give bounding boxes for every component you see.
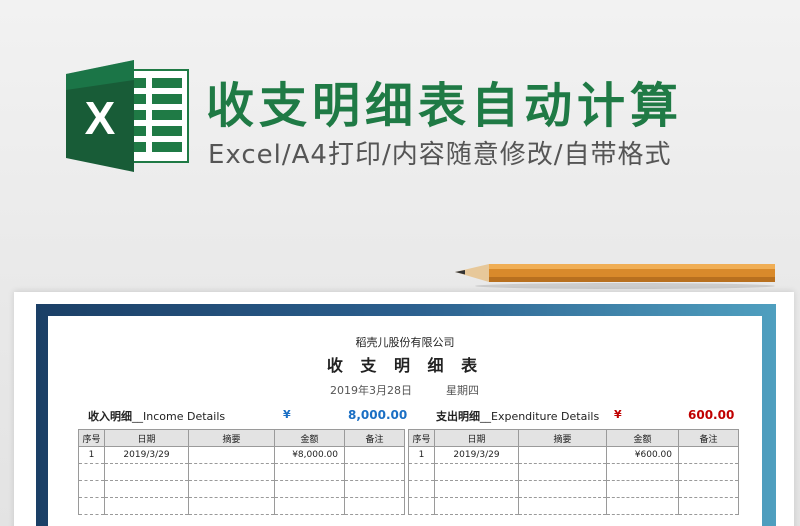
- table-cell[interactable]: [678, 480, 739, 498]
- table-cell[interactable]: [518, 463, 607, 481]
- expenditure-currency: ¥: [614, 408, 622, 421]
- table-cell[interactable]: [518, 480, 607, 498]
- income-label-en: __Income Details: [132, 410, 226, 423]
- table-cell[interactable]: [344, 446, 405, 464]
- table-cell[interactable]: [678, 446, 739, 464]
- expenditure-label: 支出明细__Expenditure Details: [436, 408, 599, 424]
- table-cell[interactable]: [344, 463, 405, 481]
- page-title: 收支明细表自动计算: [206, 78, 684, 134]
- table-cell[interactable]: [606, 463, 679, 481]
- table-row: [408, 463, 739, 481]
- report-title: 收 支 明 细 表: [326, 356, 484, 375]
- table-cell[interactable]: 2019/3/29: [434, 446, 519, 464]
- report-weekday: 星期四: [446, 384, 479, 397]
- income-col-summary: 摘要: [188, 429, 275, 447]
- table-cell[interactable]: [274, 480, 345, 498]
- table-cell[interactable]: [188, 497, 275, 515]
- income-total: 8,000.00: [348, 408, 408, 422]
- table-row: [78, 480, 405, 498]
- table-cell[interactable]: [606, 480, 679, 498]
- table-row: 1 2019/3/29 ¥600.00: [408, 446, 739, 464]
- table-cell[interactable]: ¥600.00: [606, 446, 679, 464]
- table-cell[interactable]: [104, 463, 189, 481]
- table-cell[interactable]: [78, 497, 105, 515]
- table-cell[interactable]: [104, 497, 189, 515]
- table-cell[interactable]: ¥8,000.00: [274, 446, 345, 464]
- spreadsheet-preview: 稻壳儿股份有限公司 收 支 明 细 表 2019年3月28日 星期四 收入明细_…: [48, 316, 762, 526]
- table-cell[interactable]: [274, 463, 345, 481]
- table-cell[interactable]: [678, 497, 739, 515]
- table-row: [78, 463, 405, 481]
- table-cell[interactable]: [78, 463, 105, 481]
- table-cell[interactable]: [344, 497, 405, 515]
- table-cell[interactable]: 2019/3/29: [104, 446, 189, 464]
- expenditure-total: 600.00: [688, 408, 735, 422]
- income-label-cn: 收入明细: [88, 410, 132, 423]
- table-cell[interactable]: [188, 480, 275, 498]
- logo-letter: X: [85, 92, 116, 144]
- table-cell[interactable]: [606, 497, 679, 515]
- company-name: 稻壳儿股份有限公司: [355, 336, 455, 349]
- expenditure-col-summary: 摘要: [518, 429, 607, 447]
- table-cell[interactable]: [408, 480, 435, 498]
- excel-logo-icon: X: [66, 60, 189, 172]
- table-cell[interactable]: [678, 463, 739, 481]
- table-row: 1 2019/3/29 ¥8,000.00: [78, 446, 405, 464]
- income-label: 收入明细__Income Details: [88, 408, 225, 424]
- pencil-icon: [455, 264, 775, 289]
- table-row: [408, 480, 739, 498]
- page-subtitle: Excel/A4打印/内容随意修改/自带格式: [208, 140, 672, 170]
- table-cell[interactable]: 1: [408, 446, 435, 464]
- table-cell[interactable]: [408, 463, 435, 481]
- table-cell[interactable]: [434, 463, 519, 481]
- table-cell[interactable]: [78, 480, 105, 498]
- expenditure-label-cn: 支出明细: [436, 410, 480, 423]
- table-cell[interactable]: [274, 497, 345, 515]
- income-table: 序号 日期 摘要 金额 备注 1 2019/3/29 ¥8,000.00: [78, 429, 405, 515]
- table-cell[interactable]: [188, 463, 275, 481]
- expenditure-label-en: __Expenditure Details: [480, 410, 600, 423]
- expenditure-col-date: 日期: [434, 429, 519, 447]
- report-date: 2019年3月28日: [330, 384, 412, 397]
- table-cell[interactable]: [408, 497, 435, 515]
- table-row: [78, 497, 405, 515]
- expenditure-col-index: 序号: [408, 429, 435, 447]
- table-row: [408, 497, 739, 515]
- table-cell[interactable]: [434, 480, 519, 498]
- income-col-index: 序号: [78, 429, 105, 447]
- table-cell[interactable]: [518, 497, 607, 515]
- income-col-date: 日期: [104, 429, 189, 447]
- income-currency: ¥: [283, 408, 291, 421]
- expenditure-table: 序号 日期 摘要 金额 备注 1 2019/3/29 ¥600.00: [408, 429, 739, 515]
- income-col-note: 备注: [344, 429, 405, 447]
- table-cell[interactable]: [344, 480, 405, 498]
- income-col-amount: 金额: [274, 429, 345, 447]
- table-cell[interactable]: [434, 497, 519, 515]
- expenditure-col-note: 备注: [678, 429, 739, 447]
- table-cell[interactable]: 1: [78, 446, 105, 464]
- table-cell[interactable]: [188, 446, 275, 464]
- expenditure-col-amount: 金额: [606, 429, 679, 447]
- table-cell[interactable]: [518, 446, 607, 464]
- table-cell[interactable]: [104, 480, 189, 498]
